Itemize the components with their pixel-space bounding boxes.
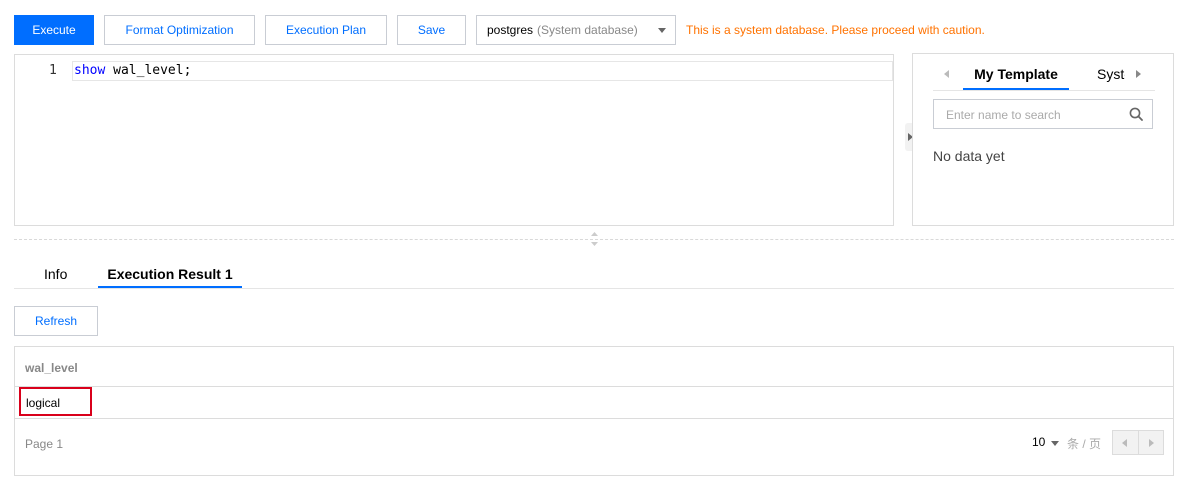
template-search-box[interactable] (933, 99, 1153, 129)
page-indicator: Page 1 (25, 437, 64, 451)
template-panel: My Template System Template No data yet (912, 53, 1174, 226)
cell-value: logical (26, 396, 61, 410)
database-select-value: postgres (487, 23, 534, 37)
tab-my-template[interactable]: My Template (963, 66, 1069, 82)
refresh-button[interactable]: Refresh (14, 306, 98, 336)
format-optimization-button[interactable]: Format Optimization (104, 15, 255, 45)
resize-handle-icon[interactable] (590, 230, 599, 248)
database-select[interactable]: postgres (System database) (476, 15, 676, 45)
chevron-down-icon (658, 28, 666, 33)
save-button[interactable]: Save (397, 15, 466, 45)
table-header: wal_level (15, 347, 1173, 387)
table-cell[interactable]: logical (19, 387, 92, 416)
sql-text: wal_level; (105, 63, 192, 78)
per-page-label: 条 / 页 (1067, 437, 1102, 451)
execute-button[interactable]: Execute (14, 15, 94, 45)
tab-scroll-right-icon[interactable] (1136, 70, 1141, 78)
database-select-hint: (System database) (537, 23, 638, 37)
template-search-input[interactable] (944, 107, 1128, 123)
line-number: 1 (49, 63, 57, 78)
page-size-select[interactable]: 10 (1032, 435, 1059, 449)
search-icon[interactable] (1129, 107, 1143, 121)
column-header[interactable]: wal_level (25, 361, 78, 375)
page-size-value: 10 (1032, 435, 1046, 449)
tab-divider (933, 90, 1155, 91)
sql-editor[interactable]: 1 show wal_level; (14, 54, 894, 226)
tab-scroll-left-icon[interactable] (944, 70, 949, 78)
pager-separator (1138, 431, 1139, 454)
result-table: wal_level logical Page 1 10 条 / 页 (14, 346, 1174, 476)
tab-system-template[interactable]: System Template (1097, 66, 1125, 82)
next-page-icon[interactable] (1149, 439, 1154, 447)
chevron-down-icon (1051, 441, 1059, 446)
table-row[interactable]: logical (15, 387, 1173, 419)
active-line-highlight (72, 61, 893, 81)
execution-plan-button[interactable]: Execution Plan (265, 15, 387, 45)
pager (1112, 430, 1164, 455)
tab-divider (14, 288, 1174, 289)
empty-state-text: No data yet (933, 148, 1005, 164)
system-database-warning: This is a system database. Please procee… (686, 23, 985, 37)
prev-page-icon[interactable] (1122, 439, 1127, 447)
tab-info[interactable]: Info (44, 266, 67, 282)
tab-execution-result[interactable]: Execution Result 1 (98, 266, 242, 282)
sql-keyword: show (74, 63, 106, 78)
code-line[interactable]: show wal_level; (74, 63, 191, 78)
